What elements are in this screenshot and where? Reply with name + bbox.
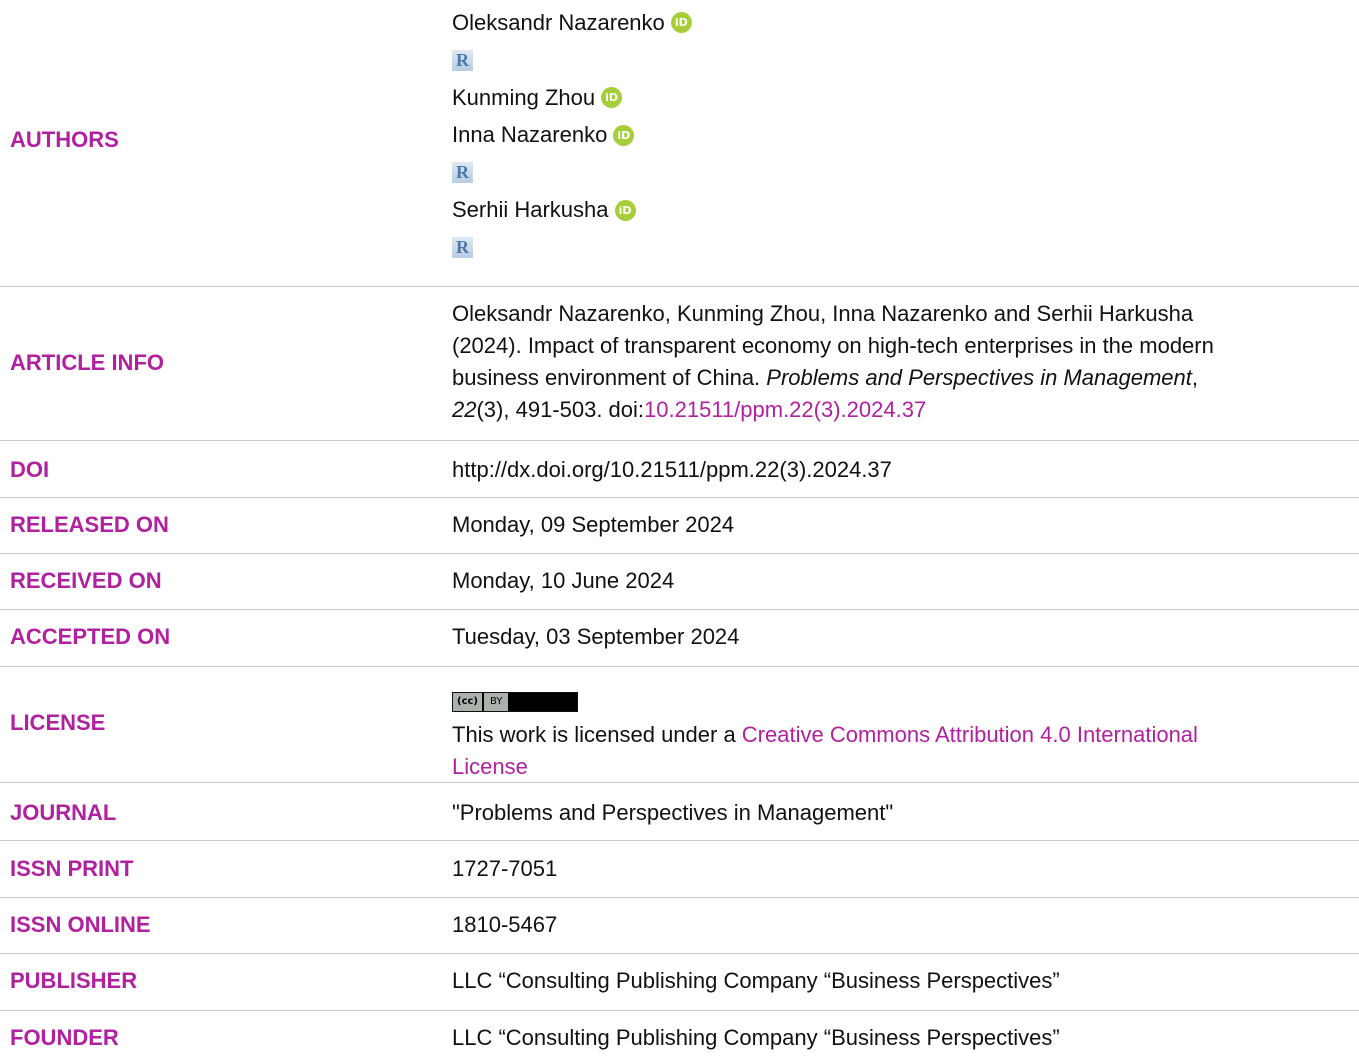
publisher-value: LLC “Consulting Publishing Company “Busi… [452, 968, 1060, 993]
orcid-icon[interactable]: iD [614, 199, 636, 221]
issn-online-label: ISSN ONLINE [10, 912, 151, 937]
released-label: RELEASED ON [10, 512, 169, 537]
author-item: Oleksandr Nazarenko iD [452, 4, 1332, 42]
accepted-label: ACCEPTED ON [10, 624, 171, 649]
orcid-icon[interactable]: iD [613, 124, 635, 146]
license-content: (cc) BY This work is licensed under a Cr… [452, 681, 1332, 783]
author-researchgate: R [452, 154, 1332, 192]
issn-print-row: ISSN PRINT 1727-7051 [0, 840, 1359, 896]
researchgate-icon[interactable]: R [452, 162, 473, 184]
accepted-row: ACCEPTED ON Tuesday, 03 September 2024 [0, 609, 1359, 662]
article-info-row: ARTICLE INFO Oleksandr Nazarenko, Kunmin… [0, 286, 1359, 435]
citation-line: (2024). Impact of transparent economy on… [452, 333, 1214, 358]
author-name[interactable]: Serhii Harkusha [452, 194, 609, 226]
author-item: Kunming Zhou iD [452, 79, 1332, 117]
publisher-label: PUBLISHER [10, 968, 138, 993]
citation-text: (3), 491-503. doi: [476, 397, 645, 422]
citation-volume: 22 [452, 397, 477, 422]
author-name[interactable]: Oleksandr Nazarenko [452, 7, 665, 39]
released-value: Monday, 09 September 2024 [452, 512, 735, 537]
cc-by-license-icon[interactable]: (cc) BY [452, 692, 578, 712]
orcid-icon[interactable]: iD [601, 87, 623, 109]
accepted-value: Tuesday, 03 September 2024 [452, 624, 740, 649]
received-value: Monday, 10 June 2024 [452, 568, 675, 593]
orcid-icon[interactable]: iD [670, 12, 692, 34]
license-text: This work is licensed under a [452, 722, 742, 747]
license-label: LICENSE [10, 710, 106, 735]
license-text-line: License [452, 751, 1332, 783]
article-info-label: ARTICLE INFO [10, 350, 164, 375]
founder-label: FOUNDER [10, 1025, 119, 1050]
issn-print-label: ISSN PRINT [10, 856, 134, 881]
author-name[interactable]: Inna Nazarenko [452, 119, 607, 151]
researchgate-icon[interactable]: R [452, 237, 473, 259]
author-item: Serhii Harkusha iD [452, 192, 1332, 230]
author-name[interactable]: Kunming Zhou [452, 82, 595, 114]
citation-line: business environment of China. Problems … [452, 362, 1332, 394]
received-row: RECEIVED ON Monday, 10 June 2024 [0, 553, 1359, 606]
journal-row: JOURNAL "Problems and Perspectives in Ma… [0, 782, 1359, 839]
citation-journal: Problems and Perspectives in Management [766, 365, 1192, 390]
authors-row: AUTHORS Oleksandr Nazarenko iD R Kunming… [0, 0, 1359, 285]
cc-badge-bar [508, 693, 577, 711]
doi-value: http://dx.doi.org/10.21511/ppm.22(3).202… [452, 457, 892, 482]
issn-online-value: 1810-5467 [452, 912, 558, 937]
released-row: RELEASED ON Monday, 09 September 2024 [0, 497, 1359, 550]
license-link-cont[interactable]: License [452, 754, 528, 779]
citation-text: business environment of China. [452, 365, 767, 390]
doi-link[interactable]: 10.21511/ppm.22(3).2024.37 [644, 397, 926, 422]
founder-row: FOUNDER LLC “Consulting Publishing Compa… [0, 1010, 1359, 1056]
cc-badge-by: BY [484, 693, 509, 711]
issn-print-value: 1727-7051 [452, 856, 558, 881]
journal-label: JOURNAL [10, 800, 117, 825]
doi-row: DOI http://dx.doi.org/10.21511/ppm.22(3)… [0, 440, 1359, 493]
cc-badge-cc: (cc) [453, 693, 482, 711]
author-researchgate: R [452, 229, 1332, 267]
received-label: RECEIVED ON [10, 568, 162, 593]
authors-list: Oleksandr Nazarenko iD R Kunming Zhou iD… [452, 4, 1332, 267]
license-link[interactable]: Creative Commons Attribution 4.0 Interna… [742, 722, 1198, 747]
researchgate-icon[interactable]: R [452, 49, 473, 71]
doi-label: DOI [10, 457, 50, 482]
publisher-row: PUBLISHER LLC “Consulting Publishing Com… [0, 953, 1359, 1004]
authors-label: AUTHORS [10, 127, 119, 152]
citation-text: , [1191, 365, 1198, 390]
license-text-line: This work is licensed under a Creative C… [452, 719, 1332, 751]
author-item: Inna Nazarenko iD [452, 117, 1332, 155]
issn-online-row: ISSN ONLINE 1810-5467 [0, 897, 1359, 953]
citation-line: Oleksandr Nazarenko, Kunming Zhou, Inna … [452, 301, 1194, 326]
license-row: LICENSE (cc) BY This work is licensed un… [0, 666, 1359, 781]
journal-value: "Problems and Perspectives in Management… [452, 800, 894, 825]
citation-line: 22(3), 491-503. doi:10.21511/ppm.22(3).2… [452, 394, 1332, 426]
article-info-citation: Oleksandr Nazarenko, Kunming Zhou, Inna … [452, 298, 1332, 426]
founder-value: LLC “Consulting Publishing Company “Busi… [452, 1025, 1060, 1050]
author-researchgate: R [452, 42, 1332, 80]
